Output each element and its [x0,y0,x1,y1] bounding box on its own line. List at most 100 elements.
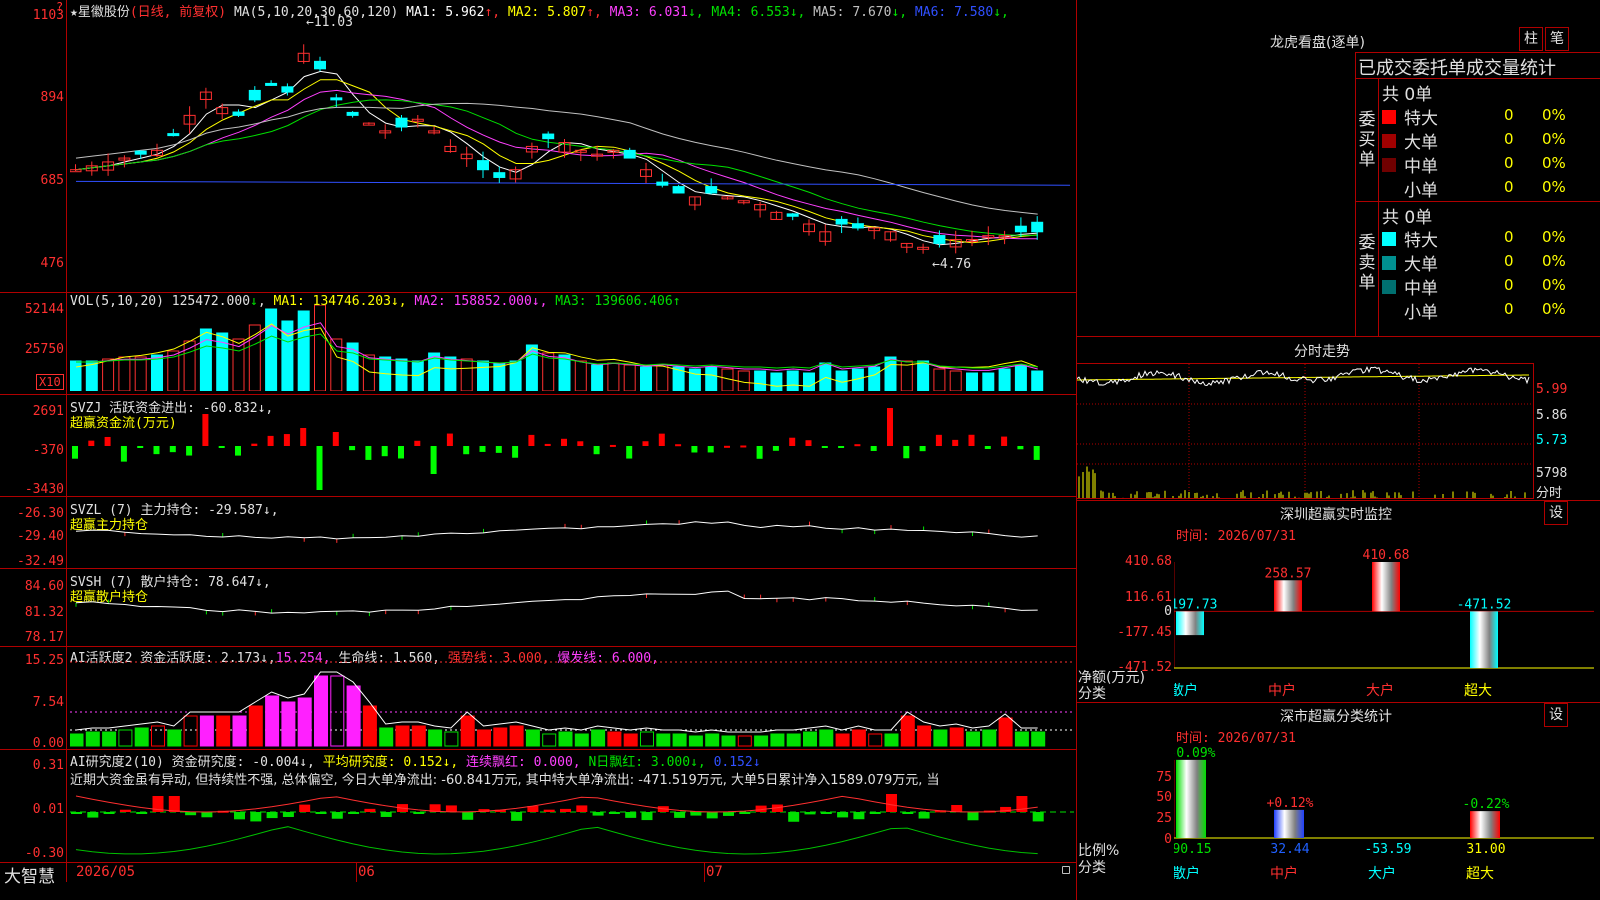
ai-active-bar [933,729,948,747]
ai-active-ytick-1: 7.54 [32,695,64,710]
candle-body [786,213,799,217]
svzl-chart[interactable] [70,500,1074,568]
ma-arrow-4: ↓, [789,5,806,20]
candle-body [265,82,278,86]
ai-research-bar [282,812,294,818]
svzj-bar [740,445,747,448]
ai-active-bar [688,735,703,747]
ai-research-bar [136,812,148,814]
szm-bar-3 [1470,611,1498,668]
ai-active-bar [803,731,817,747]
szs-bottom-label-0: 90.15 [1174,842,1212,857]
ai-active-bar [900,715,915,747]
ai-research-header: AI研究度2(10) 资金研究度: -0.004↓, 平均研究度: 0.152↓… [70,755,761,770]
ai-active-chart[interactable] [70,660,1074,748]
candle-body [134,150,147,155]
szs-top-label-3: -0.22% [1463,797,1510,812]
candle-body [477,160,489,171]
svzj-bar [658,433,665,446]
ma-legend-4: MA4: 6.553 [703,5,790,20]
sz-monitor-settings-button[interactable]: 设 [1544,501,1568,525]
buy-row-2: 中单 0 0% [1382,152,1574,177]
dt-tabs-label[interactable]: 已成交委托单成交量统计 [1358,54,1600,80]
ai-research-bar [234,812,245,820]
ai-active-bar [102,731,117,747]
ai-research-bar [364,808,376,812]
svzj-bar [495,446,502,453]
vol-bar [297,310,310,391]
ai-active-bar [330,675,345,747]
tick-mode-button[interactable]: 笔 [1545,27,1569,51]
vol-bar [591,364,604,391]
svsh-chart[interactable] [70,572,1074,646]
svzj-bar [887,408,893,446]
szm-bar-label-2: 410.68 [1363,548,1410,563]
ai-research-bar [820,812,832,814]
svzj-bar [756,446,763,459]
x-tick-line-2 [704,862,705,882]
sz-stats-chart[interactable]: -0.09% 90.15 散户 +0.12% 32.44 中户 -53.59 大户 -0.22%… [1174,742,1594,900]
svzj-bar [1033,446,1040,460]
vol-bar [509,360,522,391]
ai-research-chart[interactable] [70,786,1074,862]
sz-stats-settings-button[interactable]: 设 [1544,703,1568,727]
svzj-bar [332,432,339,446]
sz-monitor-xlabel: 分类 [1078,686,1106,702]
ai-active-ytick-0: 15.25 [24,653,64,668]
szs-top-label-0: -0.09% [1174,746,1216,761]
svzj-bar [821,446,828,448]
szs-bottom-label-2: -53.59 [1365,842,1412,857]
x-tick-0: 2026/05 [76,864,136,880]
ai-research-ytick-0: 0.31 [32,758,64,773]
x-axis-bar [0,862,1076,882]
sell-total: 共 0单 [1382,208,1433,228]
ai-research-bar [560,808,571,812]
ai-active-bar [770,733,785,747]
svzj-bar [398,446,404,459]
x-tick-1: 06 [358,864,375,880]
szm-bar-label-1: 258.57 [1265,566,1312,581]
bar-mode-button[interactable]: 柱 [1519,27,1543,51]
svzj-ytick-2: -3430 [24,482,64,497]
stock-title[interactable]: ★星徽股份 [70,5,130,20]
vol-bar [607,362,620,391]
svzl-ytick-1: -29.40 [17,529,64,544]
intraday-chart[interactable] [1077,364,1533,498]
ma-arrow-2: ↑, [586,5,602,20]
ai-active-bar [949,727,964,747]
sell-swatch-1 [1382,256,1396,270]
ai-active-bar [786,733,801,747]
intraday-vol-tick: 5798 [1536,466,1568,481]
szs-bar-1 [1274,809,1304,838]
vol-bar [868,366,881,391]
kline-chart[interactable] [70,20,1074,290]
ai-research-bar [739,812,751,814]
sz-monitor-chart[interactable]: -197.73 散户 258.57 中户 410.68 大户 -471.52 超大 [1174,540,1594,702]
ai-research-bar [592,812,604,816]
kline-ytick-1: 894 [40,90,64,105]
vol-bar [199,328,212,391]
ai-active-bar [444,731,459,747]
ai-active-bar [395,725,410,747]
sell-swatch-2 [1382,280,1396,294]
period-label: (日线, 前复权) [129,5,227,20]
lock-icon[interactable] [1062,866,1070,874]
ai-active-bar [721,735,736,747]
svzj-bar [463,446,470,455]
ai-active-bar [1031,731,1046,747]
buy-side-label: 委买单 [1358,110,1376,170]
intraday-price-line [1077,366,1530,387]
szm-bar-0 [1176,611,1204,636]
vol-chart[interactable] [70,305,1074,391]
ai-active-bar [819,729,834,747]
svzj-chart[interactable] [70,400,1074,496]
ma-legend-2: MA2: 5.807 [500,5,587,20]
ma-legend-1: MA1: 5.962 [406,5,485,20]
ai-active-bar [656,733,671,747]
ai-active-bar [183,715,198,747]
svsh-ytick-1: 81.32 [24,605,64,620]
sz-monitor-ytick-2: 0 [1164,604,1172,619]
buy-swatch-0 [1382,110,1396,124]
kline-header: ★星徽股份(日线, 前复权) MA(5,10,20,30,60,120) MA1… [70,1,1009,20]
candle-body [542,133,555,140]
